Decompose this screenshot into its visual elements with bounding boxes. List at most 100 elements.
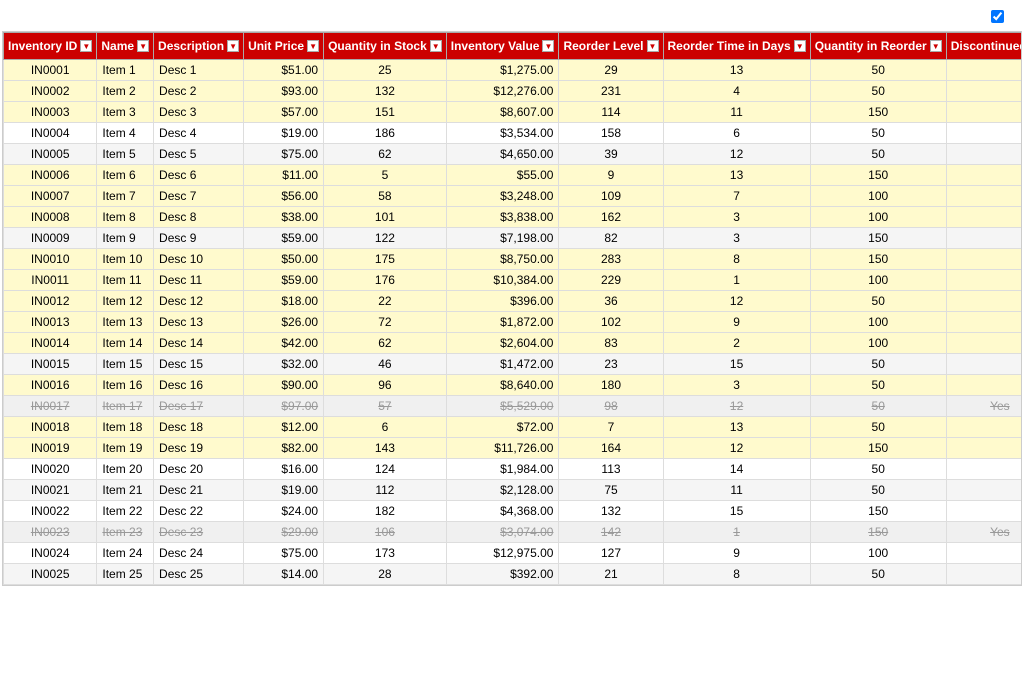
cell-qty_in_stock: 6: [324, 417, 447, 438]
cell-qty_in_reorder: 100: [810, 186, 946, 207]
table-row: IN0014Item 14Desc 14$42.0062$2,604.00832…: [4, 333, 1023, 354]
cell-reorder_time_days: 12: [663, 396, 810, 417]
cell-reorder_level: 83: [559, 333, 663, 354]
cell-description: Desc 6: [154, 165, 244, 186]
cell-inventory_value: $10,384.00: [446, 270, 559, 291]
cell-name: Item 21: [97, 480, 154, 501]
cell-id: IN0009: [4, 228, 97, 249]
dropdown-arrow-unit_price[interactable]: ▼: [307, 40, 319, 52]
cell-reorder_level: 114: [559, 102, 663, 123]
col-header-qty_in_reorder: Quantity in Reorder▼: [810, 33, 946, 60]
cell-reorder_time_days: 9: [663, 312, 810, 333]
col-header-reorder_time_days: Reorder Time in Days▼: [663, 33, 810, 60]
cell-description: Desc 18: [154, 417, 244, 438]
cell-name: Item 22: [97, 501, 154, 522]
cell-description: Desc 8: [154, 207, 244, 228]
cell-qty_in_stock: 72: [324, 312, 447, 333]
col-header-qty_in_stock: Quantity in Stock▼: [324, 33, 447, 60]
cell-qty_in_stock: 101: [324, 207, 447, 228]
cell-unit_price: $38.00: [244, 207, 324, 228]
cell-reorder_level: 98: [559, 396, 663, 417]
cell-name: Item 6: [97, 165, 154, 186]
col-header-discontinued: Discontinued?▼: [946, 33, 1022, 60]
cell-qty_in_stock: 22: [324, 291, 447, 312]
dropdown-arrow-qty_in_stock[interactable]: ▼: [430, 40, 442, 52]
cell-unit_price: $75.00: [244, 144, 324, 165]
cell-qty_in_stock: 57: [324, 396, 447, 417]
cell-name: Item 1: [97, 60, 154, 81]
cell-id: IN0024: [4, 543, 97, 564]
dropdown-arrow-id[interactable]: ▼: [80, 40, 92, 52]
cell-inventory_value: $3,534.00: [446, 123, 559, 144]
cell-id: IN0006: [4, 165, 97, 186]
cell-description: Desc 4: [154, 123, 244, 144]
cell-qty_in_stock: 25: [324, 60, 447, 81]
cell-id: IN0015: [4, 354, 97, 375]
highlight-checkbox-area[interactable]: [991, 10, 1009, 23]
cell-inventory_value: $3,074.00: [446, 522, 559, 543]
dropdown-arrow-reorder_time_days[interactable]: ▼: [794, 40, 806, 52]
cell-qty_in_reorder: 50: [810, 81, 946, 102]
cell-qty_in_stock: 58: [324, 186, 447, 207]
cell-qty_in_reorder: 150: [810, 228, 946, 249]
cell-unit_price: $16.00: [244, 459, 324, 480]
cell-name: Item 3: [97, 102, 154, 123]
cell-id: IN0005: [4, 144, 97, 165]
cell-inventory_value: $11,726.00: [446, 438, 559, 459]
cell-id: IN0011: [4, 270, 97, 291]
cell-reorder_level: 75: [559, 480, 663, 501]
cell-discontinued: [946, 186, 1022, 207]
cell-qty_in_stock: 5: [324, 165, 447, 186]
dropdown-arrow-reorder_level[interactable]: ▼: [647, 40, 659, 52]
cell-qty_in_reorder: 150: [810, 165, 946, 186]
cell-description: Desc 15: [154, 354, 244, 375]
cell-discontinued: [946, 438, 1022, 459]
dropdown-arrow-qty_in_reorder[interactable]: ▼: [930, 40, 942, 52]
cell-inventory_value: $5,529.00: [446, 396, 559, 417]
cell-id: IN0008: [4, 207, 97, 228]
cell-discontinued: [946, 375, 1022, 396]
cell-id: IN0012: [4, 291, 97, 312]
cell-reorder_time_days: 14: [663, 459, 810, 480]
cell-reorder_time_days: 3: [663, 228, 810, 249]
cell-reorder_time_days: 13: [663, 60, 810, 81]
cell-inventory_value: $55.00: [446, 165, 559, 186]
dropdown-arrow-inventory_value[interactable]: ▼: [542, 40, 554, 52]
table-row: IN0009Item 9Desc 9$59.00122$7,198.008231…: [4, 228, 1023, 249]
cell-reorder_level: 158: [559, 123, 663, 144]
cell-reorder_time_days: 11: [663, 102, 810, 123]
cell-unit_price: $50.00: [244, 249, 324, 270]
cell-unit_price: $59.00: [244, 228, 324, 249]
dropdown-arrow-description[interactable]: ▼: [227, 40, 239, 52]
cell-discontinued: [946, 564, 1022, 585]
dropdown-arrow-name[interactable]: ▼: [137, 40, 149, 52]
cell-qty_in_reorder: 150: [810, 102, 946, 123]
table-row: IN0003Item 3Desc 3$57.00151$8,607.001141…: [4, 102, 1023, 123]
cell-name: Item 14: [97, 333, 154, 354]
cell-name: Item 9: [97, 228, 154, 249]
table-row: IN0013Item 13Desc 13$26.0072$1,872.00102…: [4, 312, 1023, 333]
highlight-checkbox[interactable]: [991, 10, 1004, 23]
cell-id: IN0021: [4, 480, 97, 501]
cell-qty_in_stock: 96: [324, 375, 447, 396]
cell-name: Item 15: [97, 354, 154, 375]
cell-qty_in_reorder: 150: [810, 501, 946, 522]
cell-discontinued: [946, 417, 1022, 438]
cell-unit_price: $19.00: [244, 480, 324, 501]
cell-description: Desc 2: [154, 81, 244, 102]
cell-unit_price: $56.00: [244, 186, 324, 207]
cell-reorder_time_days: 1: [663, 270, 810, 291]
cell-description: Desc 14: [154, 333, 244, 354]
table-row: IN0002Item 2Desc 2$93.00132$12,276.00231…: [4, 81, 1023, 102]
cell-id: IN0013: [4, 312, 97, 333]
cell-description: Desc 5: [154, 144, 244, 165]
cell-id: IN0016: [4, 375, 97, 396]
cell-unit_price: $90.00: [244, 375, 324, 396]
cell-name: Item 24: [97, 543, 154, 564]
cell-discontinued: [946, 123, 1022, 144]
cell-qty_in_reorder: 50: [810, 396, 946, 417]
cell-reorder_level: 231: [559, 81, 663, 102]
cell-unit_price: $59.00: [244, 270, 324, 291]
cell-inventory_value: $4,368.00: [446, 501, 559, 522]
cell-description: Desc 16: [154, 375, 244, 396]
